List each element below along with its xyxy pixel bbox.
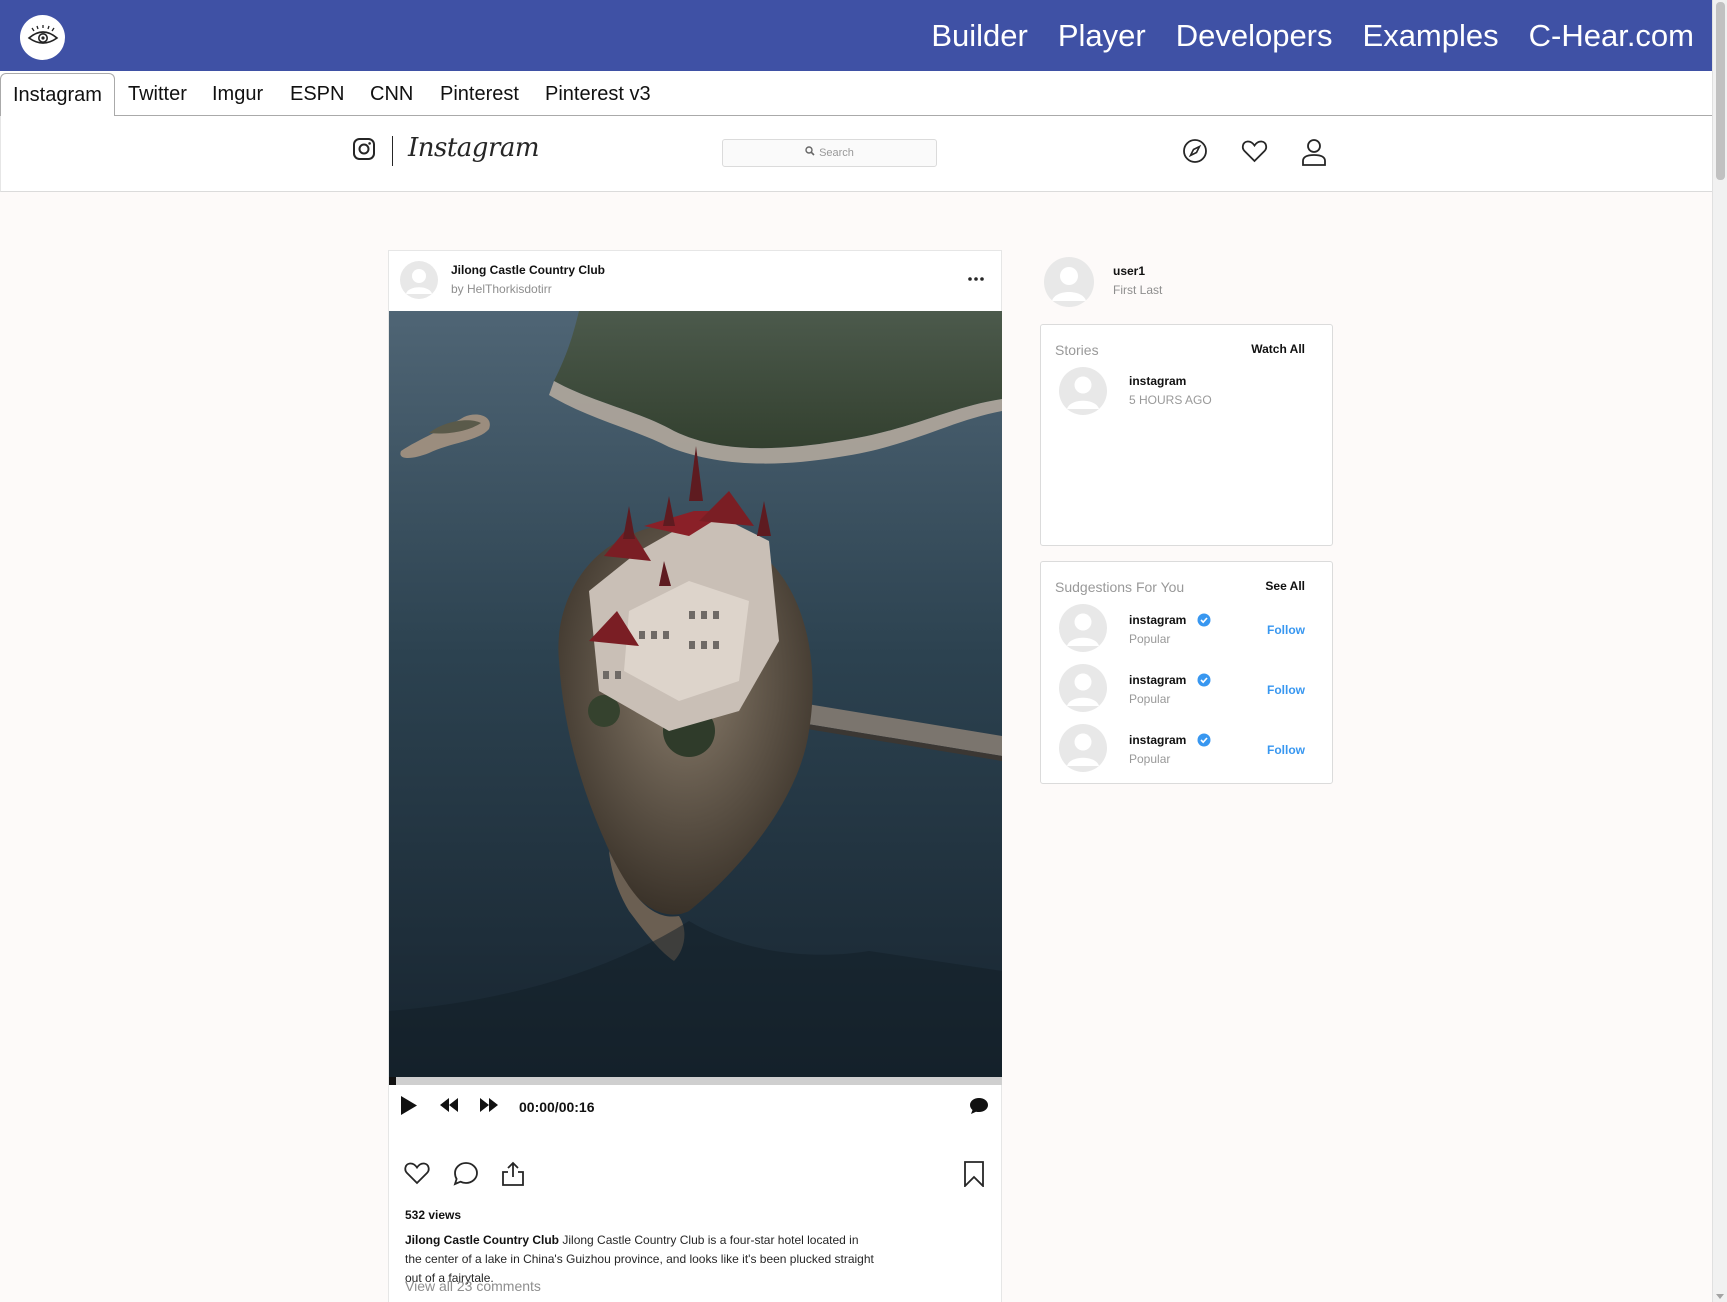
stories-panel: Stories Watch All instagram 5 HOURS AGO xyxy=(1040,324,1333,546)
story-name[interactable]: instagram xyxy=(1129,374,1186,388)
post-author[interactable]: by HelThorkisdotirr xyxy=(451,282,552,296)
instagram-header: Instagram Search xyxy=(0,116,1712,192)
verified-badge-icon xyxy=(1197,733,1211,752)
story-time: 5 HOURS AGO xyxy=(1129,393,1212,407)
search-placeholder: Search xyxy=(819,147,854,159)
tab-espn[interactable]: ESPN xyxy=(290,73,344,117)
view-count: 532 views xyxy=(405,1208,462,1222)
tab-pinterest-v3[interactable]: Pinterest v3 xyxy=(545,73,651,117)
nav-examples[interactable]: Examples xyxy=(1363,18,1499,54)
watch-all-link[interactable]: Watch All xyxy=(1251,342,1305,356)
instagram-glyph-icon[interactable] xyxy=(353,138,375,165)
example-tabs: Instagram Twitter Imgur ESPN CNN Pintere… xyxy=(0,71,1712,117)
user-icon[interactable] xyxy=(1301,138,1327,171)
more-options-icon[interactable] xyxy=(967,269,985,287)
post-card: Jilong Castle Country Club by HelThorkis… xyxy=(388,250,1002,1302)
suggestion-avatar[interactable] xyxy=(1059,724,1107,772)
castle-island-photo xyxy=(389,311,1002,1077)
eye-logo-icon[interactable] xyxy=(20,15,65,60)
nav-developers[interactable]: Developers xyxy=(1176,18,1333,54)
follow-button[interactable]: Follow xyxy=(1267,623,1305,637)
video-progress-fill xyxy=(389,1077,396,1085)
bookmark-icon[interactable] xyxy=(963,1161,985,1192)
play-icon[interactable] xyxy=(400,1095,418,1121)
like-heart-icon[interactable] xyxy=(404,1161,430,1190)
profile-full-name: First Last xyxy=(1113,283,1163,297)
post-title[interactable]: Jilong Castle Country Club xyxy=(451,263,605,277)
fast-forward-icon[interactable] xyxy=(479,1097,499,1118)
suggestion-sub: Popular xyxy=(1129,752,1171,766)
tab-pinterest[interactable]: Pinterest xyxy=(440,73,519,117)
suggestion-avatar[interactable] xyxy=(1059,604,1107,652)
suggestion-name[interactable]: instagram xyxy=(1129,733,1186,747)
suggestion-sub: Popular xyxy=(1129,692,1171,706)
comment-icon[interactable] xyxy=(453,1161,479,1191)
post-video[interactable] xyxy=(389,311,1002,1077)
caption-username[interactable]: Jilong Castle Country Club xyxy=(405,1233,559,1247)
page-scrollbar[interactable] xyxy=(1712,0,1727,1302)
compass-icon[interactable] xyxy=(1182,138,1208,169)
header-divider xyxy=(392,136,393,166)
video-progress-bar[interactable] xyxy=(389,1077,1002,1085)
profile-username[interactable]: user1 xyxy=(1113,264,1145,278)
search-icon xyxy=(805,140,815,166)
instagram-wordmark[interactable]: Instagram xyxy=(408,133,540,163)
top-nav-links: Builder Player Developers Examples C-Hea… xyxy=(931,0,1694,71)
captions-icon[interactable] xyxy=(969,1097,989,1120)
video-time: 00:00/00:16 xyxy=(519,1099,595,1115)
search-input[interactable]: Search xyxy=(722,139,937,167)
verified-badge-icon xyxy=(1197,613,1211,632)
nav-c-hear[interactable]: C-Hear.com xyxy=(1529,18,1694,54)
tab-instagram[interactable]: Instagram xyxy=(0,73,115,117)
view-comments-link[interactable]: View all 23 comments xyxy=(405,1278,541,1294)
suggestion-avatar[interactable] xyxy=(1059,664,1107,712)
verified-badge-icon xyxy=(1197,673,1211,692)
suggestion-name[interactable]: instagram xyxy=(1129,613,1186,627)
scroll-down-arrow-icon[interactable] xyxy=(1716,1294,1724,1299)
suggestions-title: Sudgestions For You xyxy=(1055,579,1185,595)
rewind-icon[interactable] xyxy=(439,1097,459,1118)
nav-builder[interactable]: Builder xyxy=(931,18,1028,54)
see-all-link[interactable]: See All xyxy=(1265,579,1305,593)
suggestion-sub: Popular xyxy=(1129,632,1171,646)
stories-title: Stories xyxy=(1055,342,1099,358)
feed-area: Jilong Castle Country Club by HelThorkis… xyxy=(0,192,1712,1302)
scrollbar-thumb[interactable] xyxy=(1716,2,1725,180)
suggestion-name[interactable]: instagram xyxy=(1129,673,1186,687)
nav-player[interactable]: Player xyxy=(1058,18,1146,54)
profile-avatar[interactable] xyxy=(1044,257,1094,307)
follow-button[interactable]: Follow xyxy=(1267,743,1305,757)
suggestions-panel: Sudgestions For You See All instagram Po… xyxy=(1040,561,1333,784)
tab-imgur[interactable]: Imgur xyxy=(212,73,263,117)
follow-button[interactable]: Follow xyxy=(1267,683,1305,697)
tab-cnn[interactable]: CNN xyxy=(370,73,413,117)
share-icon[interactable] xyxy=(501,1161,525,1192)
top-navigation-bar: Builder Player Developers Examples C-Hea… xyxy=(0,0,1712,71)
video-controls: 00:00/00:16 xyxy=(389,1085,1002,1129)
tab-twitter[interactable]: Twitter xyxy=(128,73,187,117)
heart-icon[interactable] xyxy=(1241,138,1268,169)
story-avatar[interactable] xyxy=(1059,367,1107,415)
post-author-avatar[interactable] xyxy=(400,261,438,299)
